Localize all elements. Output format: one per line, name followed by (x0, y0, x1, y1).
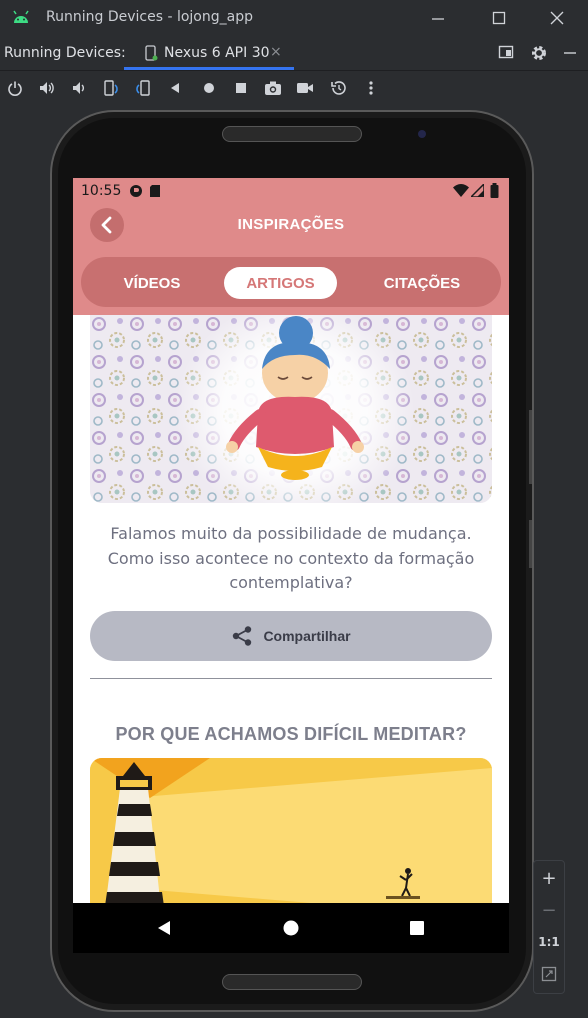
volume-down-button[interactable] (70, 79, 88, 97)
rotate-right-icon (136, 80, 150, 96)
nav-recents-button[interactable] (406, 917, 428, 939)
zoom-in-button[interactable]: + (534, 863, 564, 893)
close-window-button[interactable] (545, 6, 569, 30)
article-description: Falamos muito da possibilidade de mudanç… (107, 524, 475, 592)
article-divider (90, 678, 492, 679)
screenshot-button[interactable] (264, 79, 282, 97)
back-triangle-icon (171, 83, 179, 93)
status-time: 10:55 (81, 183, 122, 199)
active-tab-indicator (124, 67, 294, 70)
tab-videos[interactable]: VÍDEOS (101, 267, 203, 299)
tab-artigos[interactable]: ARTIGOS (224, 267, 337, 299)
article-illustration[interactable] (90, 315, 492, 503)
device-back-button[interactable] (166, 79, 184, 97)
power-button[interactable] (6, 79, 24, 97)
close-icon (550, 11, 564, 25)
settings-gear-icon[interactable] (530, 44, 548, 62)
nav-recents-icon (410, 921, 424, 935)
reset-clock-icon (331, 81, 346, 95)
emulator-toolbar (0, 71, 588, 105)
device-screen[interactable]: 10:55 INSPIRAÇÕES VÍDEOS ARTIGOS CITAÇÕE… (73, 178, 509, 953)
reset-button[interactable] (330, 79, 348, 97)
meditating-woman-illustration (90, 315, 492, 503)
share-button[interactable]: Compartilhar (90, 611, 492, 661)
window-title: Running Devices - lojong_app (46, 9, 253, 25)
articles-list[interactable]: Falamos muito da possibilidade de mudanç… (73, 315, 509, 903)
volume-up-button[interactable] (38, 79, 56, 97)
next-article-title[interactable]: POR QUE ACHAMOS DIFÍCIL MEDITAR? (73, 724, 509, 745)
device-tab[interactable]: Nexus 6 API 30 × (124, 36, 294, 70)
front-camera (418, 130, 426, 138)
android-icon (13, 10, 29, 23)
rotate-left-icon (104, 80, 118, 96)
running-devices-tabbar: Running Devices: Nexus 6 API 30 × (0, 36, 588, 71)
layout-icon[interactable] (498, 44, 514, 60)
volume-rocker (529, 410, 532, 484)
window-title-bar: Running Devices - lojong_app (0, 0, 588, 36)
nav-back-icon (158, 921, 170, 935)
volume-down-icon (73, 82, 84, 94)
maximize-button[interactable] (487, 6, 511, 30)
power-icon (8, 81, 22, 96)
lighthouse-illustration (90, 758, 492, 903)
more-options-button[interactable] (362, 79, 380, 97)
next-article-illustration[interactable] (90, 758, 492, 903)
nav-home-button[interactable] (280, 917, 302, 939)
rotate-right-button[interactable] (134, 79, 152, 97)
home-circle-icon (204, 83, 214, 93)
wifi-icon (453, 184, 469, 197)
overview-square-icon (236, 83, 246, 93)
more-vertical-icon (369, 81, 373, 95)
zoom-out-button[interactable]: − (534, 895, 564, 925)
side-power-key (529, 520, 532, 568)
device-tab-label: Nexus 6 API 30 (164, 45, 270, 61)
nav-back-button[interactable] (153, 917, 175, 939)
minimize-button[interactable] (426, 6, 450, 30)
top-speaker (222, 126, 362, 142)
device-overview-button[interactable] (232, 79, 250, 97)
nav-home-icon (283, 920, 299, 936)
maximize-icon (492, 11, 506, 25)
video-camera-icon (297, 83, 313, 93)
device-home-button[interactable] (200, 79, 218, 97)
share-label: Compartilhar (263, 628, 351, 644)
page-title: INSPIRAÇÕES (237, 216, 345, 233)
minimize-icon (432, 18, 444, 20)
close-tab-icon[interactable]: × (270, 44, 282, 60)
android-nav-bar (73, 903, 509, 953)
status-bar: 10:55 (73, 178, 509, 203)
fit-screen-icon (541, 966, 557, 982)
device-icon (145, 45, 158, 61)
app-header: INSPIRAÇÕES VÍDEOS ARTIGOS CITAÇÕES (73, 203, 509, 315)
hide-panel-icon[interactable] (562, 44, 578, 60)
sd-card-icon (150, 185, 160, 197)
camera-icon (265, 81, 281, 95)
volume-up-icon (40, 82, 54, 94)
running-devices-label: Running Devices: (4, 45, 126, 61)
rotate-left-button[interactable] (102, 79, 120, 97)
zoom-controls: + − 1:1 (533, 860, 565, 994)
tab-citacoes[interactable]: CITAÇÕES (366, 267, 478, 299)
battery-icon (490, 183, 499, 198)
category-tabs: VÍDEOS ARTIGOS CITAÇÕES (81, 257, 501, 307)
share-icon (233, 626, 252, 646)
app-notification-icon (130, 185, 142, 197)
screen-record-button[interactable] (296, 79, 314, 97)
zoom-fit-button[interactable] (534, 959, 564, 989)
zoom-actual-size-button[interactable]: 1:1 (534, 927, 564, 957)
cellular-signal-icon (471, 184, 484, 197)
bottom-speaker (222, 974, 362, 990)
